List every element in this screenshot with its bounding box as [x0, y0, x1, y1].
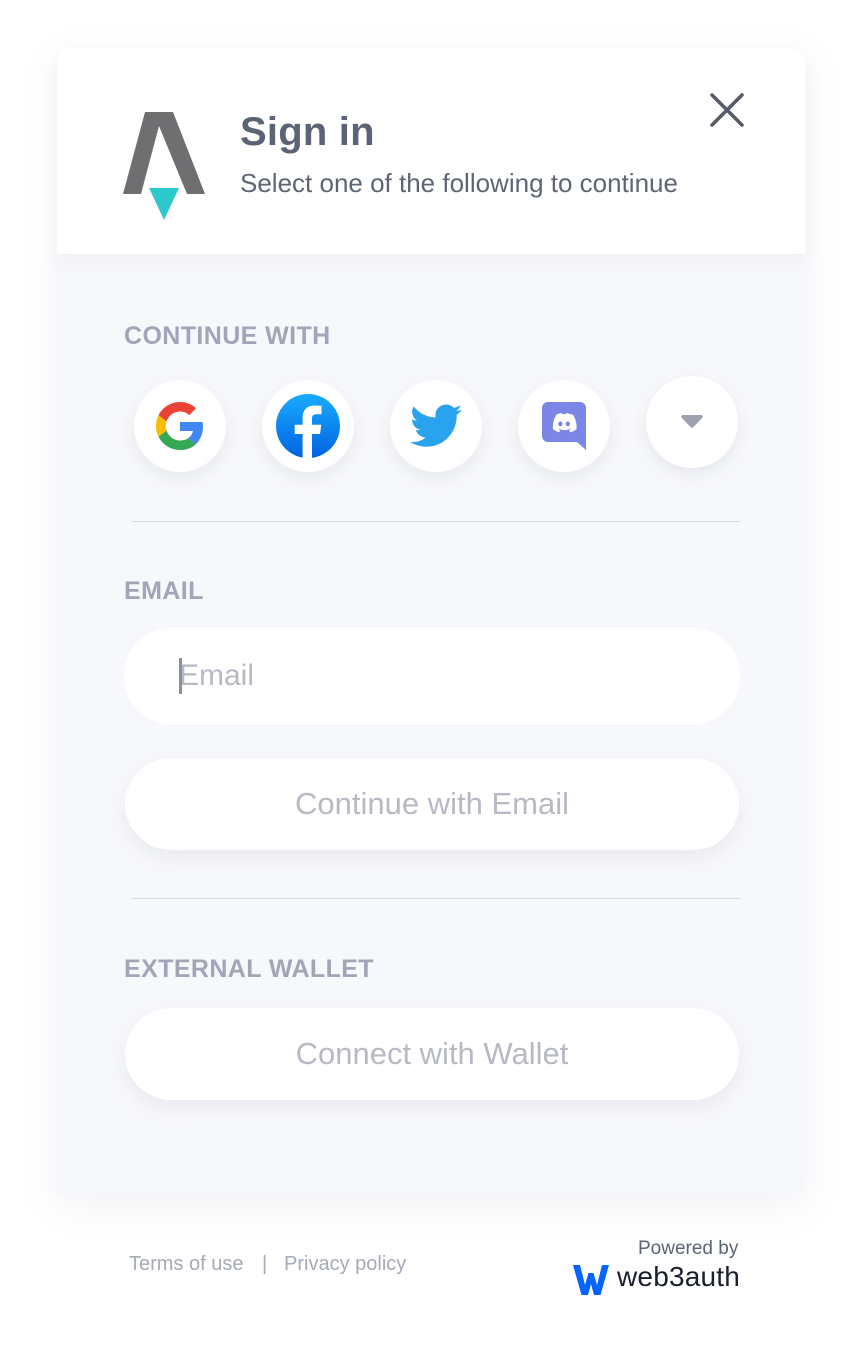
twitter-icon	[410, 404, 462, 447]
divider	[132, 521, 740, 522]
divider	[132, 898, 740, 899]
email-label: EMAIL	[124, 577, 204, 605]
terms-of-use-link[interactable]: Terms of use	[129, 1253, 243, 1276]
discord-icon	[542, 402, 586, 450]
email-input[interactable]	[124, 628, 740, 724]
google-icon	[156, 402, 203, 450]
facebook-login-button[interactable]	[262, 380, 354, 472]
sign-in-modal: Sign in Select one of the following to c…	[57, 48, 805, 1194]
continue-with-email-button[interactable]: Continue with Email	[125, 758, 739, 850]
page-title: Sign in	[240, 110, 375, 154]
page-subtitle: Select one of the following to continue	[240, 168, 678, 198]
text-cursor	[179, 658, 182, 694]
continue-with-label: CONTINUE WITH	[124, 322, 331, 350]
app-logo-icon	[123, 112, 205, 220]
chevron-down-icon	[681, 415, 703, 428]
modal-header: Sign in Select one of the following to c…	[57, 48, 805, 255]
footer-separator: |	[262, 1253, 268, 1275]
more-options-button[interactable]	[646, 376, 738, 468]
twitter-login-button[interactable]	[390, 380, 482, 472]
web3auth-logo-icon	[573, 1265, 609, 1295]
connect-with-wallet-button[interactable]: Connect with Wallet	[125, 1008, 739, 1100]
powered-by-label: Powered by	[638, 1238, 739, 1259]
brand-name: web3auth	[617, 1261, 741, 1292]
google-login-button[interactable]	[134, 380, 226, 472]
privacy-policy-link[interactable]: Privacy policy	[284, 1253, 406, 1276]
facebook-icon	[276, 394, 340, 458]
discord-login-button[interactable]	[518, 380, 610, 472]
close-icon[interactable]	[707, 90, 747, 130]
external-wallet-label: EXTERNAL WALLET	[124, 955, 374, 983]
